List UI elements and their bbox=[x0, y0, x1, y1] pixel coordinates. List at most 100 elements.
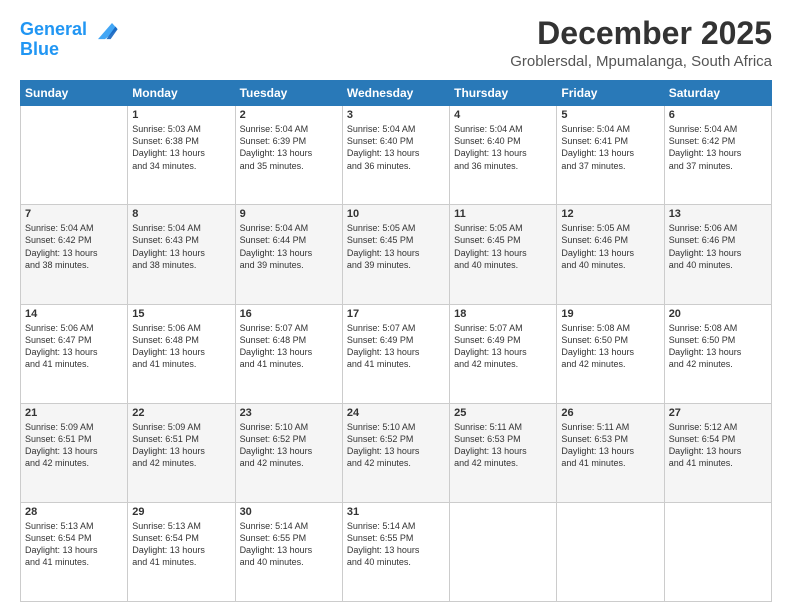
calendar-cell: 28 Sunrise: 5:13 AM Sunset: 6:54 PM Dayli… bbox=[21, 502, 128, 601]
week-row-1: 1 Sunrise: 5:03 AM Sunset: 6:38 PM Daylig… bbox=[21, 106, 772, 205]
calendar-cell: 5Sunrise: 5:04 AM Sunset: 6:41 PM Daylig… bbox=[557, 106, 664, 205]
subtitle: Groblersdal, Mpumalanga, South Africa bbox=[510, 53, 772, 70]
day-number: 11 bbox=[454, 208, 552, 220]
calendar-cell: 30Sunrise: 5:14 AM Sunset: 6:55 PM Dayli… bbox=[235, 502, 342, 601]
cell-info: Sunrise: 5:14 AM Sunset: 6:55 PM Dayligh… bbox=[347, 520, 445, 569]
day-number: 25 bbox=[454, 407, 552, 419]
calendar-cell: 24Sunrise: 5:10 AM Sunset: 6:52 PM Dayli… bbox=[342, 403, 449, 502]
cell-info: Sunrise: 5:03 AM Sunset: 6:38 PM Dayligh… bbox=[132, 123, 230, 172]
col-header-tuesday: Tuesday bbox=[235, 81, 342, 106]
calendar-cell: 11 Sunrise: 5:05 AM Sunset: 6:45 PM Dayli… bbox=[450, 205, 557, 304]
cell-info: Sunrise: 5:04 AM Sunset: 6:40 PM Dayligh… bbox=[347, 123, 445, 172]
calendar-cell: 16 Sunrise: 5:07 AM Sunset: 6:48 PM Dayli… bbox=[235, 304, 342, 403]
week-row-3: 14Sunrise: 5:06 AM Sunset: 6:47 PM Dayli… bbox=[21, 304, 772, 403]
calendar-cell: 19 Sunrise: 5:08 AM Sunset: 6:50 PM Dayli… bbox=[557, 304, 664, 403]
cell-info: Sunrise: 5:04 AM Sunset: 6:42 PM Dayligh… bbox=[25, 222, 123, 271]
cell-info: Sunrise: 5:04 AM Sunset: 6:40 PM Dayligh… bbox=[454, 123, 552, 172]
day-number: 3 bbox=[347, 109, 445, 121]
week-row-5: 28 Sunrise: 5:13 AM Sunset: 6:54 PM Dayli… bbox=[21, 502, 772, 601]
calendar-cell: 27 Sunrise: 5:12 AM Sunset: 6:54 PM Dayli… bbox=[664, 403, 771, 502]
day-number: 8 bbox=[132, 208, 230, 220]
logo-icon bbox=[91, 16, 119, 44]
cell-info: Sunrise: 5:04 AM Sunset: 6:39 PM Dayligh… bbox=[240, 123, 338, 172]
col-header-friday: Friday bbox=[557, 81, 664, 106]
calendar-cell: 9 Sunrise: 5:04 AM Sunset: 6:44 PM Daylig… bbox=[235, 205, 342, 304]
calendar-cell bbox=[664, 502, 771, 601]
col-header-sunday: Sunday bbox=[21, 81, 128, 106]
header: General Blue December 2025 Groblersdal, … bbox=[20, 16, 772, 70]
main-title: December 2025 bbox=[510, 16, 772, 51]
week-row-4: 21 Sunrise: 5:09 AM Sunset: 6:51 PM Dayli… bbox=[21, 403, 772, 502]
cell-info: Sunrise: 5:05 AM Sunset: 6:45 PM Dayligh… bbox=[347, 222, 445, 271]
cell-info: Sunrise: 5:04 AM Sunset: 6:43 PM Dayligh… bbox=[132, 222, 230, 271]
week-row-2: 7 Sunrise: 5:04 AM Sunset: 6:42 PM Daylig… bbox=[21, 205, 772, 304]
calendar-cell: 23Sunrise: 5:10 AM Sunset: 6:52 PM Dayli… bbox=[235, 403, 342, 502]
day-number: 26 bbox=[561, 407, 659, 419]
logo-general: General bbox=[20, 19, 87, 39]
cell-info: Sunrise: 5:08 AM Sunset: 6:50 PM Dayligh… bbox=[669, 322, 767, 371]
day-number: 21 bbox=[25, 407, 123, 419]
day-number: 2 bbox=[240, 109, 338, 121]
day-number: 24 bbox=[347, 407, 445, 419]
cell-info: Sunrise: 5:11 AM Sunset: 6:53 PM Dayligh… bbox=[454, 421, 552, 470]
day-number: 5 bbox=[561, 109, 659, 121]
calendar-cell: 3 Sunrise: 5:04 AM Sunset: 6:40 PM Daylig… bbox=[342, 106, 449, 205]
cell-info: Sunrise: 5:04 AM Sunset: 6:44 PM Dayligh… bbox=[240, 222, 338, 271]
day-number: 31 bbox=[347, 506, 445, 518]
cell-info: Sunrise: 5:13 AM Sunset: 6:54 PM Dayligh… bbox=[132, 520, 230, 569]
day-number: 6 bbox=[669, 109, 767, 121]
day-number: 7 bbox=[25, 208, 123, 220]
calendar-table: SundayMondayTuesdayWednesdayThursdayFrid… bbox=[20, 80, 772, 602]
day-number: 29 bbox=[132, 506, 230, 518]
calendar-cell: 8 Sunrise: 5:04 AM Sunset: 6:43 PM Daylig… bbox=[128, 205, 235, 304]
day-number: 17 bbox=[347, 308, 445, 320]
col-header-thursday: Thursday bbox=[450, 81, 557, 106]
cell-info: Sunrise: 5:07 AM Sunset: 6:48 PM Dayligh… bbox=[240, 322, 338, 371]
calendar-cell: 1 Sunrise: 5:03 AM Sunset: 6:38 PM Daylig… bbox=[128, 106, 235, 205]
calendar-cell bbox=[21, 106, 128, 205]
day-number: 15 bbox=[132, 308, 230, 320]
calendar-cell: 29 Sunrise: 5:13 AM Sunset: 6:54 PM Dayli… bbox=[128, 502, 235, 601]
cell-info: Sunrise: 5:09 AM Sunset: 6:51 PM Dayligh… bbox=[25, 421, 123, 470]
day-number: 12 bbox=[561, 208, 659, 220]
cell-info: Sunrise: 5:13 AM Sunset: 6:54 PM Dayligh… bbox=[25, 520, 123, 569]
calendar-cell: 17 Sunrise: 5:07 AM Sunset: 6:49 PM Dayli… bbox=[342, 304, 449, 403]
day-number: 18 bbox=[454, 308, 552, 320]
cell-info: Sunrise: 5:06 AM Sunset: 6:48 PM Dayligh… bbox=[132, 322, 230, 371]
day-number: 27 bbox=[669, 407, 767, 419]
calendar-cell bbox=[557, 502, 664, 601]
day-number: 16 bbox=[240, 308, 338, 320]
cell-info: Sunrise: 5:07 AM Sunset: 6:49 PM Dayligh… bbox=[454, 322, 552, 371]
cell-info: Sunrise: 5:06 AM Sunset: 6:46 PM Dayligh… bbox=[669, 222, 767, 271]
day-number: 23 bbox=[240, 407, 338, 419]
calendar-cell: 14Sunrise: 5:06 AM Sunset: 6:47 PM Dayli… bbox=[21, 304, 128, 403]
calendar-cell bbox=[450, 502, 557, 601]
calendar-cell: 22Sunrise: 5:09 AM Sunset: 6:51 PM Dayli… bbox=[128, 403, 235, 502]
col-header-monday: Monday bbox=[128, 81, 235, 106]
col-header-wednesday: Wednesday bbox=[342, 81, 449, 106]
cell-info: Sunrise: 5:08 AM Sunset: 6:50 PM Dayligh… bbox=[561, 322, 659, 371]
cell-info: Sunrise: 5:05 AM Sunset: 6:46 PM Dayligh… bbox=[561, 222, 659, 271]
day-number: 4 bbox=[454, 109, 552, 121]
cell-info: Sunrise: 5:12 AM Sunset: 6:54 PM Dayligh… bbox=[669, 421, 767, 470]
calendar-cell: 31 Sunrise: 5:14 AM Sunset: 6:55 PM Dayli… bbox=[342, 502, 449, 601]
day-number: 28 bbox=[25, 506, 123, 518]
cell-info: Sunrise: 5:04 AM Sunset: 6:42 PM Dayligh… bbox=[669, 123, 767, 172]
day-number: 22 bbox=[132, 407, 230, 419]
cell-info: Sunrise: 5:05 AM Sunset: 6:45 PM Dayligh… bbox=[454, 222, 552, 271]
cell-info: Sunrise: 5:07 AM Sunset: 6:49 PM Dayligh… bbox=[347, 322, 445, 371]
day-number: 14 bbox=[25, 308, 123, 320]
calendar-cell: 12 Sunrise: 5:05 AM Sunset: 6:46 PM Dayli… bbox=[557, 205, 664, 304]
calendar-cell: 21 Sunrise: 5:09 AM Sunset: 6:51 PM Dayli… bbox=[21, 403, 128, 502]
day-number: 1 bbox=[132, 109, 230, 121]
day-number: 30 bbox=[240, 506, 338, 518]
day-number: 10 bbox=[347, 208, 445, 220]
col-header-saturday: Saturday bbox=[664, 81, 771, 106]
calendar-cell: 18 Sunrise: 5:07 AM Sunset: 6:49 PM Dayli… bbox=[450, 304, 557, 403]
day-number: 19 bbox=[561, 308, 659, 320]
logo-text: General bbox=[20, 20, 87, 40]
page: General Blue December 2025 Groblersdal, … bbox=[0, 0, 792, 612]
logo: General Blue bbox=[20, 16, 119, 60]
day-number: 9 bbox=[240, 208, 338, 220]
cell-info: Sunrise: 5:11 AM Sunset: 6:53 PM Dayligh… bbox=[561, 421, 659, 470]
